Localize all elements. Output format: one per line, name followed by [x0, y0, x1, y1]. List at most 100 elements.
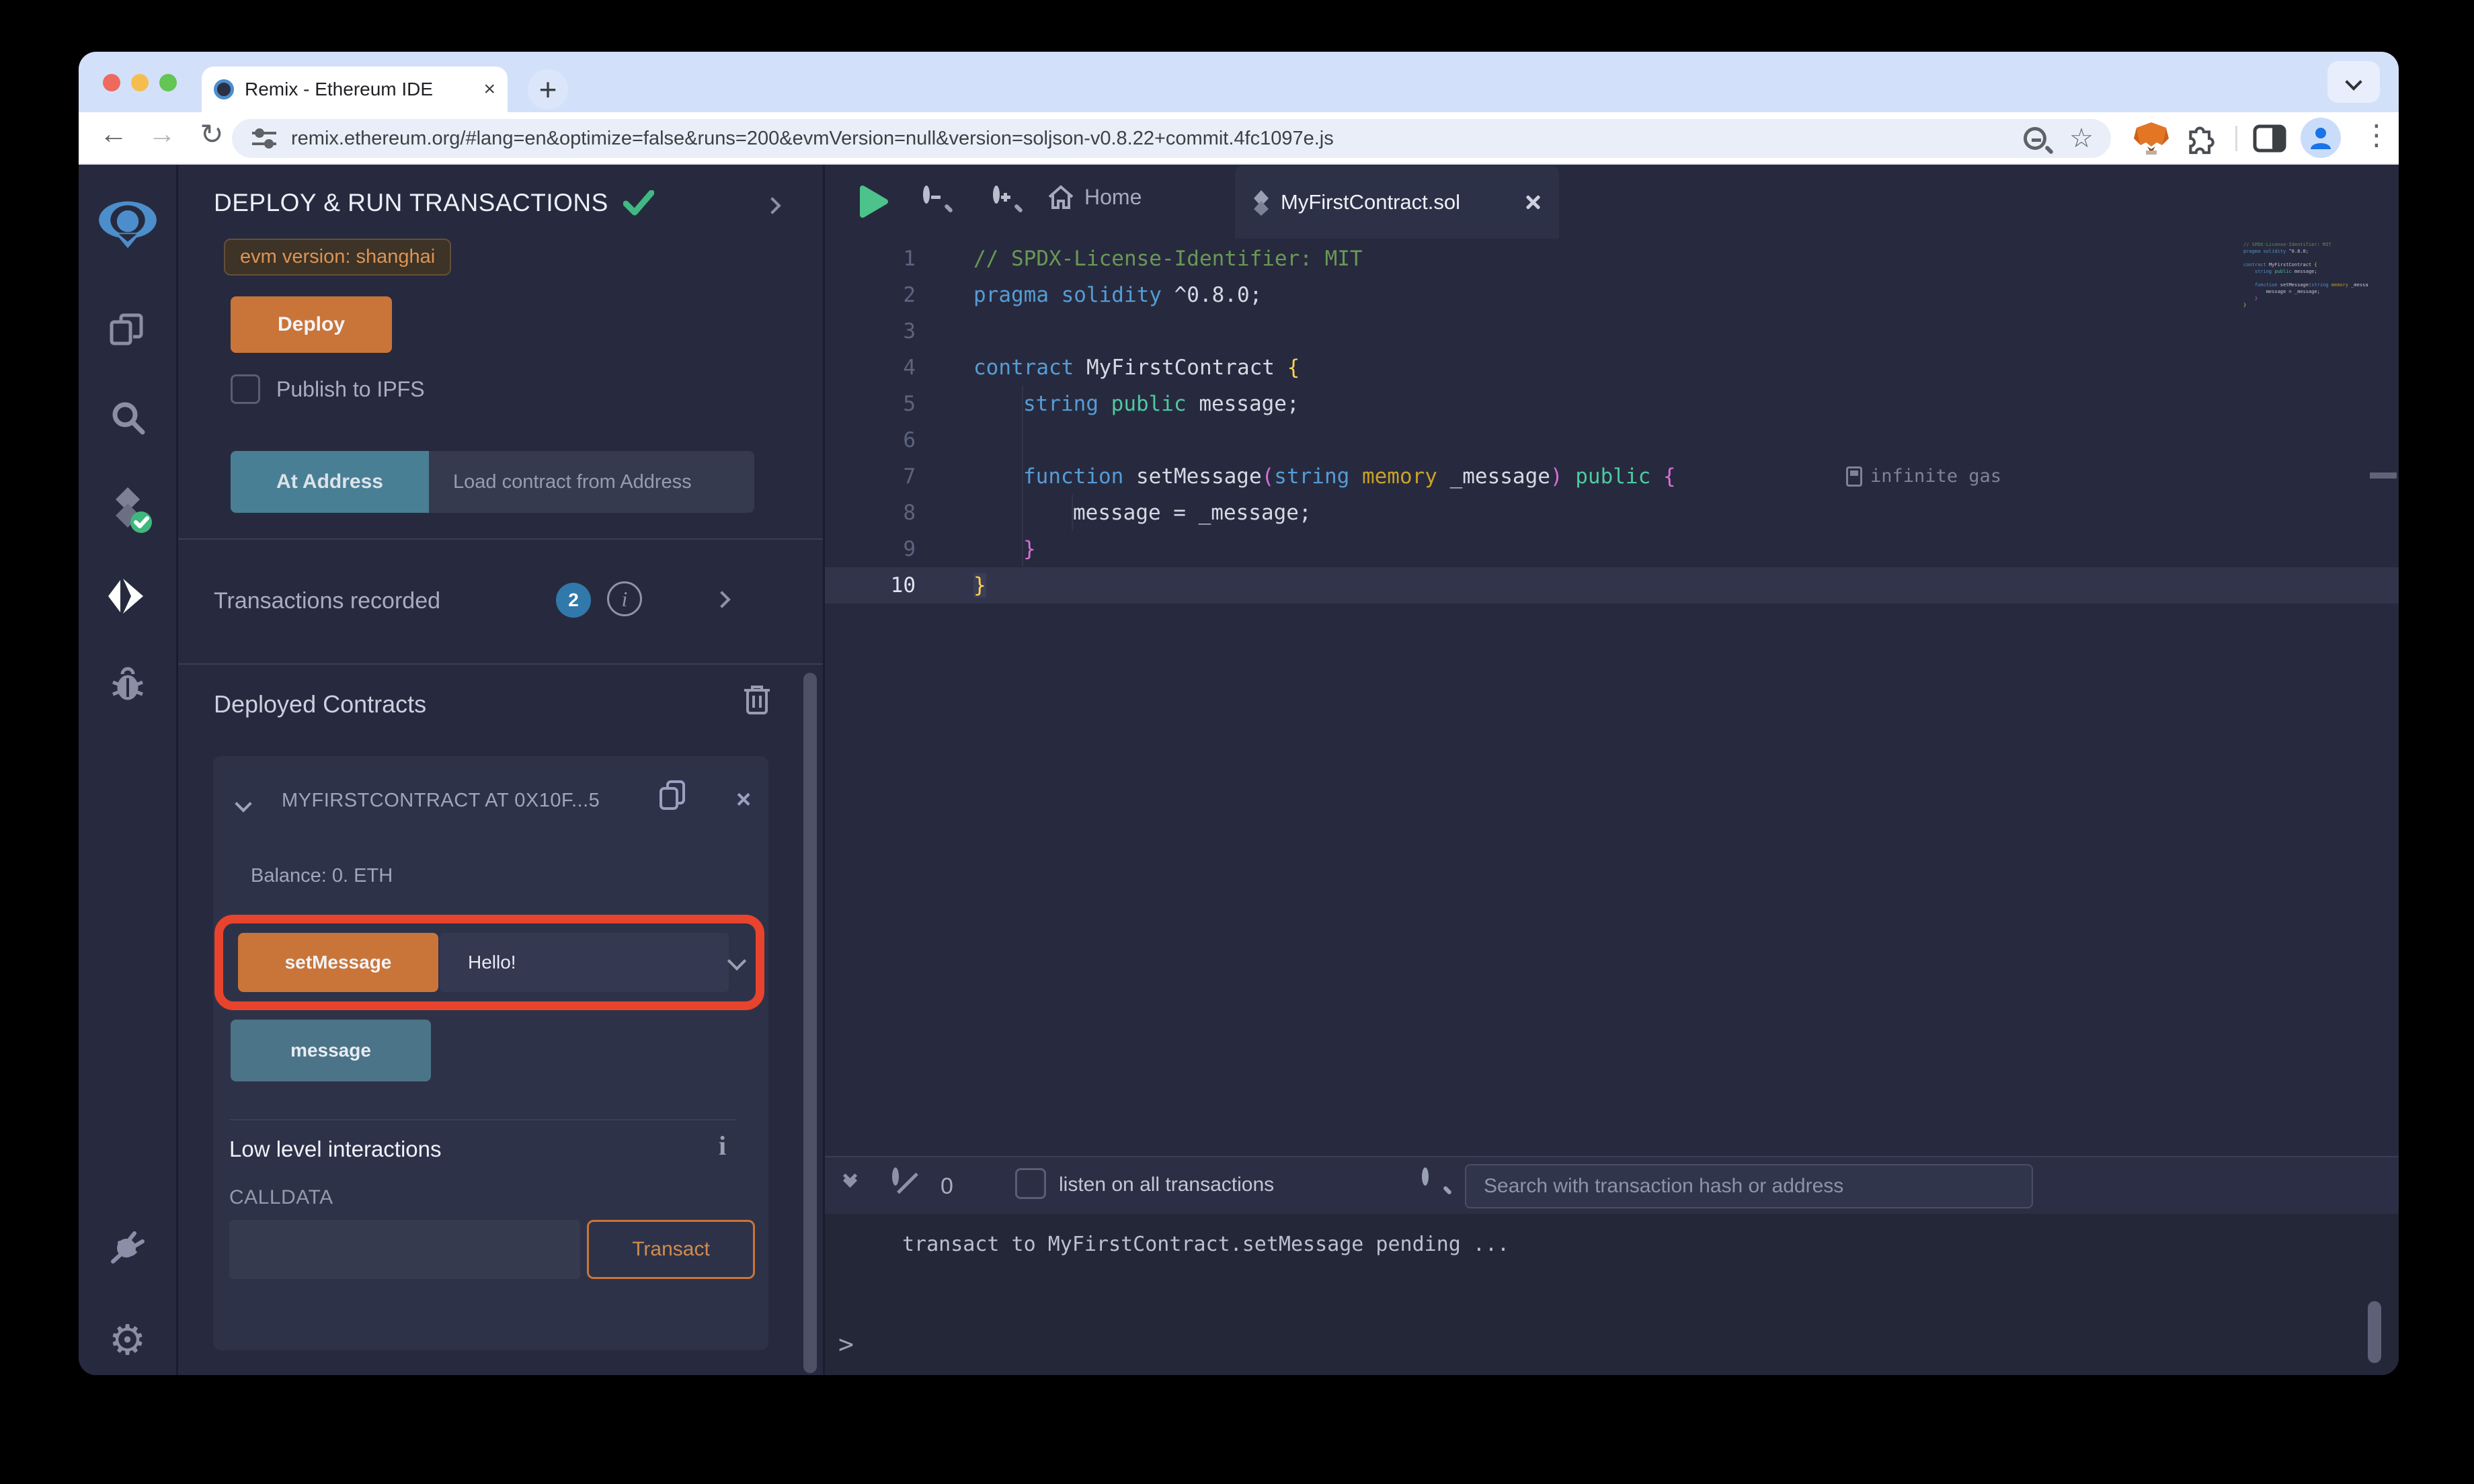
- terminal-search-input[interactable]: [1465, 1164, 2033, 1208]
- scrollbar-marker[interactable]: [2370, 472, 2397, 479]
- terminal-scrollbar[interactable]: [2368, 1301, 2381, 1363]
- divider: [178, 663, 823, 665]
- run-script-play-icon[interactable]: [859, 185, 889, 218]
- evm-version-badge: evm version: shanghai: [224, 239, 452, 276]
- terminal-log[interactable]: transact to MyFirstContract.setMessage p…: [825, 1214, 2399, 1375]
- maximize-window-button[interactable]: [159, 74, 177, 91]
- line-number: 2: [903, 283, 916, 307]
- code-line[interactable]: 10}: [825, 567, 2399, 604]
- terminal-prompt[interactable]: >: [838, 1329, 854, 1359]
- expand-params-icon[interactable]: [727, 951, 747, 971]
- bookmark-star-icon[interactable]: ☆: [2069, 123, 2093, 154]
- close-file-tab-icon[interactable]: [1524, 194, 1542, 211]
- transact-button[interactable]: Transact: [587, 1220, 755, 1279]
- deployed-contracts-title: Deployed Contracts: [214, 690, 427, 718]
- calldata-input[interactable]: [229, 1220, 580, 1279]
- zoom-in-icon[interactable]: [993, 186, 1010, 204]
- code-line[interactable]: 9}: [825, 531, 2399, 567]
- reload-button[interactable]: ↻: [192, 118, 232, 151]
- panel-scrollbar[interactable]: [803, 673, 817, 1373]
- publish-ipfs-label: Publish to IPFS: [276, 377, 425, 401]
- code-line[interactable]: 2 pragma solidity ^0.8.0;: [825, 277, 2399, 313]
- tab-search-button[interactable]: [2327, 61, 2380, 103]
- site-settings-icon[interactable]: [249, 126, 279, 151]
- metamask-extension-icon[interactable]: [2132, 119, 2171, 158]
- contract-collapse-icon[interactable]: [235, 795, 252, 813]
- code-line[interactable]: 1// SPDX-License-Identifier: MIT: [825, 241, 2399, 277]
- infinite-gas-annotation: infinite gas: [1846, 458, 2001, 495]
- gas-pump-icon: [1846, 466, 1862, 487]
- plugin-manager-icon[interactable]: [79, 1225, 176, 1268]
- copy-address-icon[interactable]: [658, 779, 689, 814]
- tab-home[interactable]: Home: [1047, 183, 1142, 210]
- line-number: 7: [903, 464, 916, 489]
- profile-avatar[interactable]: [2301, 118, 2341, 158]
- listen-all-checkbox[interactable]: [1015, 1168, 1046, 1199]
- browser-tab[interactable]: Remix - Ethereum IDE ×: [202, 67, 508, 112]
- forward-button[interactable]: →: [142, 118, 182, 150]
- minimize-window-button[interactable]: [131, 74, 149, 91]
- code-line[interactable]: 5 string public message;: [825, 386, 2399, 422]
- terminal-log-line: transact to MyFirstContract.setMessage p…: [902, 1233, 1510, 1256]
- deploy-button[interactable]: Deploy: [231, 296, 392, 353]
- tab-strip: Remix - Ethereum IDE × +: [79, 52, 2399, 112]
- browser-toolbar: ← → ↻ remix.ethereum.org/#lang=en&optimi…: [79, 112, 2399, 165]
- contract-balance: Balance: 0. ETH: [251, 865, 393, 887]
- new-tab-button[interactable]: +: [528, 69, 568, 110]
- remix-logo-icon[interactable]: [79, 197, 176, 251]
- url-text[interactable]: remix.ethereum.org/#lang=en&optimize=fal…: [291, 128, 2024, 150]
- code-line[interactable]: 3: [825, 313, 2399, 349]
- load-contract-input[interactable]: [429, 451, 754, 513]
- close-tab-icon[interactable]: ×: [483, 78, 495, 101]
- zoom-page-icon[interactable]: [2024, 127, 2047, 150]
- back-button[interactable]: ←: [93, 118, 134, 150]
- set-message-input[interactable]: [440, 933, 729, 992]
- clear-contracts-trash-icon[interactable]: [742, 684, 772, 717]
- debugger-icon[interactable]: [79, 662, 176, 705]
- divider: [229, 1119, 736, 1120]
- file-explorer-icon[interactable]: [79, 308, 176, 352]
- code-line[interactable]: 8 message = _message;: [825, 495, 2399, 531]
- editor-tab-bar: Home MyFirstContract.sol: [825, 165, 2399, 239]
- side-panel-icon[interactable]: [2250, 119, 2289, 158]
- message-getter-button[interactable]: message: [231, 1020, 431, 1081]
- tab-myfirstcontract[interactable]: MyFirstContract.sol: [1235, 166, 1559, 239]
- close-window-button[interactable]: [103, 74, 120, 91]
- code-line[interactable]: 6: [825, 422, 2399, 458]
- indent-guide: [1022, 386, 1023, 566]
- browser-menu-icon[interactable]: ⋮: [2360, 118, 2393, 151]
- code-line[interactable]: 7 function setMessage(string memory _mess…: [825, 458, 2399, 495]
- home-icon: [1048, 185, 1074, 209]
- toolbar-divider: [2235, 126, 2237, 151]
- divider: [178, 538, 823, 540]
- transactions-expand-icon[interactable]: [713, 591, 731, 609]
- deploy-and-run-icon[interactable]: [79, 576, 176, 618]
- solidity-compiler-icon[interactable]: [79, 483, 176, 534]
- browser-tab-title: Remix - Ethereum IDE: [245, 79, 434, 99]
- search-icon[interactable]: [79, 397, 176, 440]
- minimap[interactable]: // SPDX-License-Identifier: MIT pragma so…: [2243, 241, 2368, 1156]
- remix-app: ⚙ DEPLOY & RUN TRANSACTIONS evm version:…: [79, 165, 2399, 1375]
- extensions-icon[interactable]: [2181, 119, 2220, 158]
- zoom-out-icon[interactable]: [923, 186, 941, 204]
- code-editor[interactable]: 1// SPDX-License-Identifier: MIT 2 pragma …: [825, 239, 2399, 1156]
- set-message-button[interactable]: setMessage: [238, 933, 438, 992]
- expand-terminal-icon[interactable]: [842, 1168, 858, 1188]
- clear-console-icon[interactable]: [892, 1167, 899, 1186]
- at-address-button[interactable]: At Address: [231, 451, 429, 513]
- publish-ipfs-checkbox[interactable]: [231, 374, 260, 404]
- remove-contract-icon[interactable]: ×: [736, 786, 751, 815]
- line-number: 1: [903, 247, 916, 271]
- settings-gear-icon[interactable]: ⚙: [79, 1315, 176, 1364]
- browser-window: Remix - Ethereum IDE × + ← → ↻ remix.eth…: [79, 52, 2399, 1375]
- panel-expand-icon[interactable]: [764, 197, 781, 215]
- calldata-label: CALLDATA: [229, 1186, 333, 1208]
- transactions-recorded-label: Transactions recorded: [214, 588, 441, 614]
- line-number: 4: [903, 356, 916, 380]
- code-line[interactable]: 4 contract MyFirstContract {: [825, 349, 2399, 386]
- pending-tx-count: 0: [941, 1173, 953, 1199]
- low-level-info-icon[interactable]: i: [719, 1130, 726, 1161]
- transactions-info-icon[interactable]: i: [607, 581, 642, 616]
- url-bar[interactable]: remix.ethereum.org/#lang=en&optimize=fal…: [232, 119, 2111, 158]
- contract-title[interactable]: MYFIRSTCONTRACT AT 0X10F...5: [282, 790, 650, 812]
